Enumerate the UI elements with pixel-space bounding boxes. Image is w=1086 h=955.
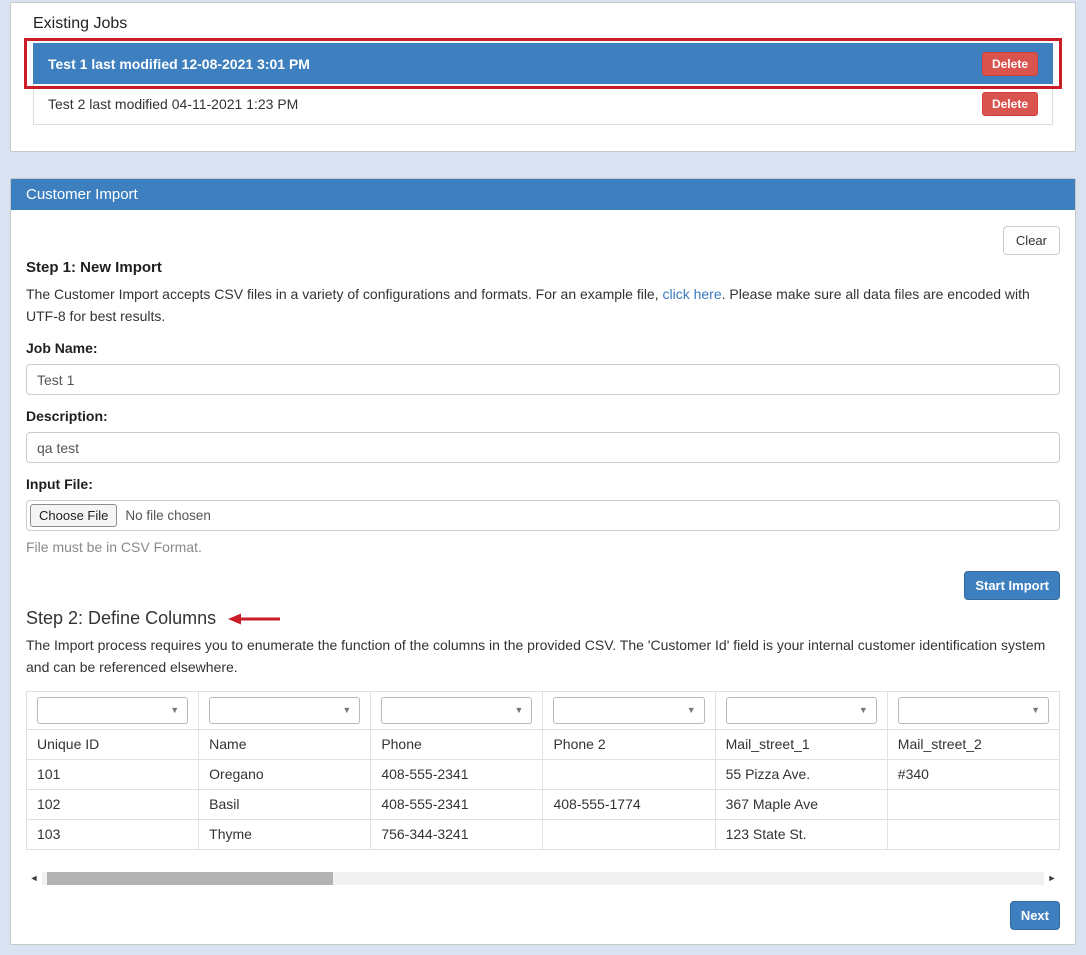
table-cell: 103 — [27, 819, 199, 849]
customer-import-panel: Customer Import Clear Step 1: New Import… — [10, 178, 1076, 945]
step1-title: Step 1: New Import — [26, 259, 1060, 276]
csv-preview-table-wrap: ▼ ▼ ▼ ▼ ▼ ▼ Unique ID Name Phone Phone 2… — [26, 691, 1060, 850]
example-file-link[interactable]: click here — [663, 286, 722, 302]
chevron-down-icon: ▼ — [170, 706, 179, 715]
chevron-down-icon: ▼ — [515, 706, 524, 715]
table-cell: 408-555-2341 — [371, 759, 543, 789]
no-file-chosen-text: No file chosen — [125, 508, 211, 523]
chevron-down-icon: ▼ — [859, 706, 868, 715]
step1-description-text: The Customer Import accepts CSV files in… — [26, 286, 663, 302]
table-cell: 408-555-1774 — [543, 789, 715, 819]
job-label: Test 1 last modified 12-08-2021 3:01 PM — [48, 56, 310, 72]
table-cell: 408-555-2341 — [371, 789, 543, 819]
clear-row: Clear — [26, 226, 1060, 255]
job-row-test2[interactable]: Test 2 last modified 04-11-2021 1:23 PM … — [33, 84, 1053, 125]
table-cell: 55 Pizza Ave. — [715, 759, 887, 789]
table-cell — [887, 789, 1059, 819]
annotation-arrow-icon — [228, 612, 280, 626]
column-header: Name — [199, 729, 371, 759]
table-cell: Oregano — [199, 759, 371, 789]
scrollbar-track[interactable] — [42, 872, 1044, 885]
panel-title: Customer Import — [11, 179, 1075, 210]
chevron-down-icon: ▼ — [687, 706, 696, 715]
description-label: Description: — [26, 408, 1060, 424]
delete-job-button[interactable]: Delete — [982, 92, 1038, 116]
panel-body: Clear Step 1: New Import The Customer Im… — [11, 210, 1075, 944]
scroll-right-icon[interactable]: ► — [1044, 870, 1060, 887]
column-mapping-select[interactable]: ▼ — [37, 697, 188, 724]
table-cell: 756-344-3241 — [371, 819, 543, 849]
column-mapping-select[interactable]: ▼ — [381, 697, 532, 724]
table-cell — [543, 759, 715, 789]
table-cell: Thyme — [199, 819, 371, 849]
csv-preview-table: ▼ ▼ ▼ ▼ ▼ ▼ Unique ID Name Phone Phone 2… — [26, 691, 1060, 850]
start-import-button[interactable]: Start Import — [964, 571, 1060, 600]
column-header: Mail_street_2 — [887, 729, 1059, 759]
next-button[interactable]: Next — [1010, 901, 1060, 930]
step1-description: The Customer Import accepts CSV files in… — [26, 284, 1060, 327]
column-mapping-select[interactable]: ▼ — [553, 697, 704, 724]
horizontal-scrollbar[interactable]: ◄ ► — [26, 870, 1060, 887]
step2-heading-row: Step 2: Define Columns — [26, 608, 1060, 629]
column-header: Mail_street_1 — [715, 729, 887, 759]
existing-jobs-title: Existing Jobs — [33, 15, 1053, 33]
column-header: Unique ID — [27, 729, 199, 759]
column-mapping-select[interactable]: ▼ — [898, 697, 1049, 724]
clear-button[interactable]: Clear — [1003, 226, 1060, 255]
job-name-input[interactable] — [26, 364, 1060, 395]
column-header: Phone — [371, 729, 543, 759]
description-input[interactable] — [26, 432, 1060, 463]
start-import-row: Start Import — [26, 571, 1060, 600]
column-mapping-select[interactable]: ▼ — [209, 697, 360, 724]
job-label: Test 2 last modified 04-11-2021 1:23 PM — [48, 96, 298, 112]
column-mapping-row: ▼ ▼ ▼ ▼ ▼ ▼ — [27, 691, 1060, 729]
step2-description: The Import process requires you to enume… — [26, 635, 1060, 678]
table-row: 102 Basil 408-555-2341 408-555-1774 367 … — [27, 789, 1060, 819]
page: Existing Jobs Test 1 last modified 12-08… — [0, 0, 1086, 955]
job-row-test1[interactable]: Test 1 last modified 12-08-2021 3:01 PM … — [33, 43, 1053, 84]
table-cell: 101 — [27, 759, 199, 789]
scrollbar-thumb[interactable] — [47, 872, 333, 885]
scroll-left-icon[interactable]: ◄ — [26, 870, 42, 887]
table-header-row: Unique ID Name Phone Phone 2 Mail_street… — [27, 729, 1060, 759]
delete-job-button[interactable]: Delete — [982, 52, 1038, 76]
next-row: Next — [26, 901, 1060, 930]
choose-file-button[interactable]: Choose File — [30, 504, 117, 527]
existing-jobs-panel: Existing Jobs Test 1 last modified 12-08… — [10, 2, 1076, 152]
table-cell — [887, 819, 1059, 849]
jobs-list: Test 1 last modified 12-08-2021 3:01 PM … — [33, 43, 1053, 125]
table-cell: Basil — [199, 789, 371, 819]
table-cell: #340 — [887, 759, 1059, 789]
table-cell: 123 State St. — [715, 819, 887, 849]
step2-title: Step 2: Define Columns — [26, 608, 216, 629]
table-row: 103 Thyme 756-344-3241 123 State St. — [27, 819, 1060, 849]
file-format-note: File must be in CSV Format. — [26, 539, 1060, 555]
table-cell: 102 — [27, 789, 199, 819]
table-row: 101 Oregano 408-555-2341 55 Pizza Ave. #… — [27, 759, 1060, 789]
table-cell — [543, 819, 715, 849]
input-file-label: Input File: — [26, 476, 1060, 492]
chevron-down-icon: ▼ — [342, 706, 351, 715]
table-cell: 367 Maple Ave — [715, 789, 887, 819]
job-name-label: Job Name: — [26, 340, 1060, 356]
column-header: Phone 2 — [543, 729, 715, 759]
file-input[interactable]: Choose File No file chosen — [26, 500, 1060, 531]
chevron-down-icon: ▼ — [1031, 706, 1040, 715]
column-mapping-select[interactable]: ▼ — [726, 697, 877, 724]
